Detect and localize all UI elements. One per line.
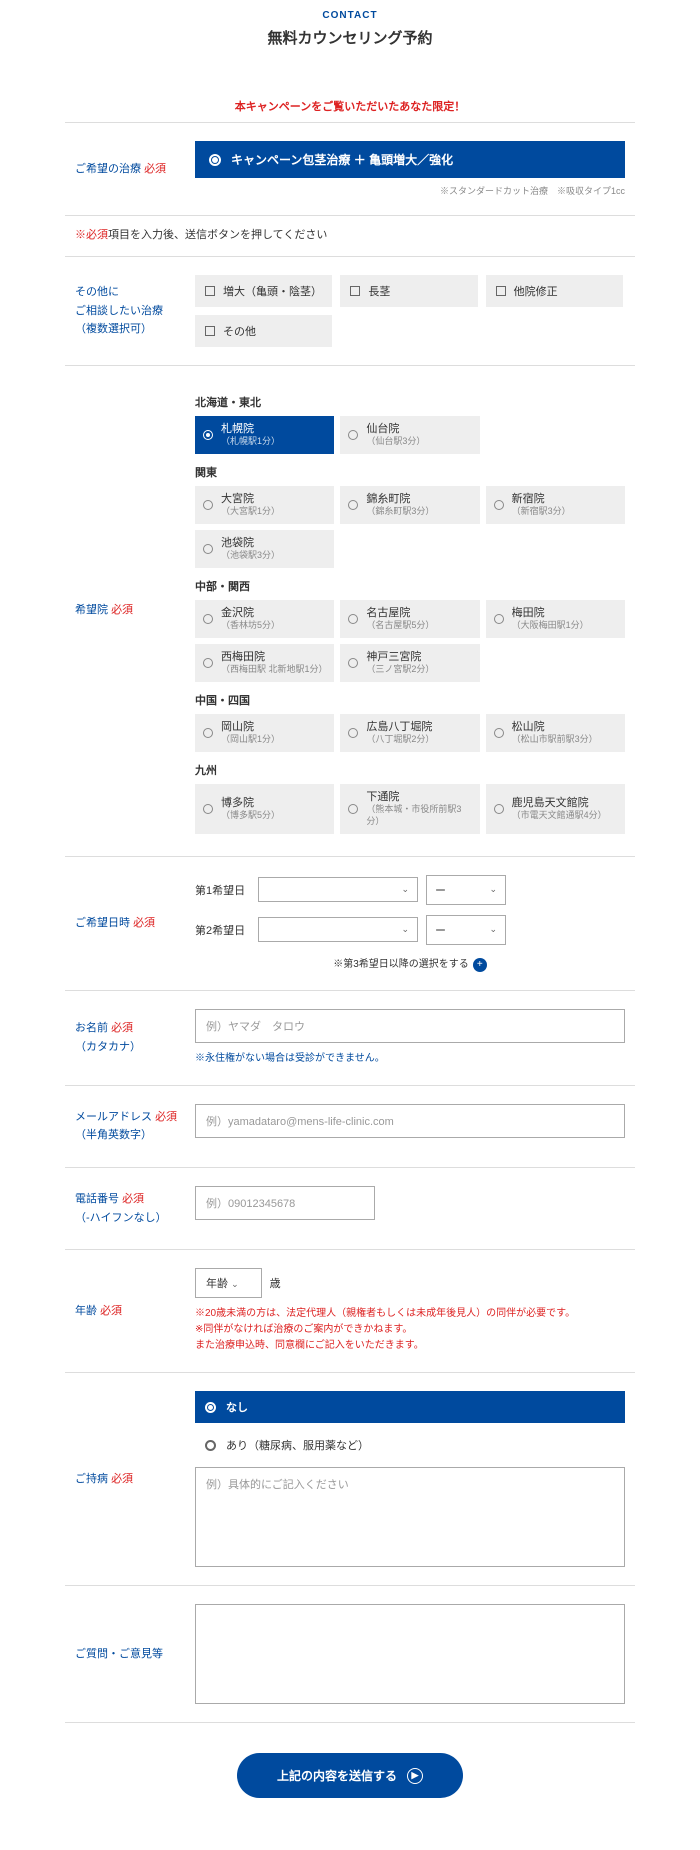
clinic-option[interactable]: 博多院（博多駅5分） [195, 784, 334, 834]
region-label: 中国・四国 [195, 692, 625, 708]
clinic-option[interactable]: 鹿児島天文館院（市電天文館通駅4分） [486, 784, 625, 834]
other-options: 増大（亀頭・陰茎）長茎他院修正その他 [195, 275, 625, 347]
treatment-footnote: ※スタンダードカット治療 ※吸収タイプ1cc [195, 184, 625, 197]
time2-select[interactable]: ー⌄ [426, 915, 506, 945]
clinic-label: 希望院 必須 [65, 366, 195, 857]
radio-icon [494, 500, 504, 510]
other-option[interactable]: 他院修正 [486, 275, 623, 307]
chevron-down-icon: ⌄ [401, 884, 409, 895]
radio-icon [348, 500, 358, 510]
region-label: 北海道・東北 [195, 394, 625, 410]
name-input[interactable]: 例）ヤマダ タロウ [195, 1009, 625, 1043]
radio-icon [203, 614, 213, 624]
chevron-down-icon: ⌄ [489, 924, 497, 935]
radio-icon [494, 804, 504, 814]
radio-icon [205, 1440, 216, 1451]
treatment-selected[interactable]: キャンペーン包茎治療 ＋ 亀頭増大／強化 [195, 141, 625, 178]
radio-icon [348, 728, 358, 738]
add-date-note[interactable]: ※第3希望日以降の選択をする+ [195, 955, 625, 972]
time1-select[interactable]: ー⌄ [426, 875, 506, 905]
clinic-option[interactable]: 西梅田院（西梅田駅 北新地駅1分） [195, 644, 334, 682]
plus-icon: + [473, 958, 487, 972]
condition-yes[interactable]: あり（糖尿病、服用薬など） [195, 1429, 625, 1461]
date2-select[interactable]: ⌄ [258, 917, 418, 942]
clinic-option[interactable]: 梅田院（大阪梅田駅1分） [486, 600, 625, 638]
radio-icon [348, 804, 358, 814]
submit-button[interactable]: 上記の内容を送信する ▶ [237, 1753, 463, 1798]
treatment-label: ご希望の治療 必須 [65, 123, 195, 216]
condition-label: ご持病 必須 [65, 1373, 195, 1586]
other-option[interactable]: 増大（亀頭・陰茎） [195, 275, 332, 307]
comments-textarea[interactable] [195, 1604, 625, 1704]
clinic-option[interactable]: 下通院（熊本城・市役所前駅3分） [340, 784, 479, 834]
form-main: その他に ご相談したい治療 （複数選択可） 増大（亀頭・陰茎）長茎他院修正その他… [65, 256, 635, 1723]
radio-icon [203, 728, 213, 738]
clinic-option[interactable]: 神戸三宮院（三ノ宮駅2分） [340, 644, 479, 682]
region-label: 関東 [195, 464, 625, 480]
other-label: その他に ご相談したい治療 （複数選択可） [65, 257, 195, 366]
radio-icon [494, 614, 504, 624]
region-label: 九州 [195, 762, 625, 778]
radio-icon [203, 544, 213, 554]
campaign-note: 本キャンペーンをご覧いただいたあなた限定！ [65, 98, 635, 114]
checkbox-icon [496, 286, 506, 296]
condition-textarea[interactable]: 例）具体的にご記入ください [195, 1467, 625, 1567]
name-help: ※永住権がない場合は受診ができません。 [195, 1051, 625, 1067]
arrow-right-icon: ▶ [407, 1768, 423, 1784]
radio-icon [203, 658, 213, 668]
radio-icon [209, 154, 221, 166]
condition-none[interactable]: なし [195, 1391, 625, 1423]
phone-input[interactable]: 例）09012345678 [195, 1186, 375, 1220]
radio-icon [205, 1402, 216, 1413]
clinic-option[interactable]: 金沢院（香林坊5分） [195, 600, 334, 638]
chevron-down-icon: ⌄ [231, 1279, 239, 1289]
radio-icon [203, 430, 213, 440]
region-label: 中部・関西 [195, 578, 625, 594]
radio-icon [348, 614, 358, 624]
datetime-label: ご希望日時 必須 [65, 856, 195, 990]
age-select[interactable]: 年齢 ⌄ [195, 1268, 262, 1298]
radio-icon [494, 728, 504, 738]
clinic-option[interactable]: 仙台院（仙台駅3分） [340, 416, 479, 454]
clinic-option[interactable]: 札幌院（札幌駅1分） [195, 416, 334, 454]
other-option[interactable]: その他 [195, 315, 332, 347]
chevron-down-icon: ⌄ [401, 924, 409, 935]
clinic-option[interactable]: 大宮院（大宮駅1分） [195, 486, 334, 524]
clinic-option[interactable]: 新宿院（新宿駅3分） [486, 486, 625, 524]
checkbox-icon [205, 326, 215, 336]
clinics-cell: 北海道・東北札幌院（札幌駅1分）仙台院（仙台駅3分） 関東大宮院（大宮駅1分）錦糸… [195, 366, 635, 857]
radio-icon [203, 500, 213, 510]
form-top: ご希望の治療 必須 キャンペーン包茎治療 ＋ 亀頭増大／強化 ※スタンダードカッ… [65, 122, 635, 216]
clinic-option[interactable]: 池袋院（池袋駅3分） [195, 530, 334, 568]
date1-label: 第1希望日 [195, 882, 250, 898]
radio-icon [348, 430, 358, 440]
clinic-option[interactable]: 名古屋院（名古屋駅5分） [340, 600, 479, 638]
radio-icon [203, 804, 213, 814]
email-input[interactable]: 例）yamadataro@mens-life-clinic.com [195, 1104, 625, 1138]
age-help: ※20歳未満の方は、法定代理人（親権者もしくは未成年後見人）の同伴が必要です。 … [195, 1306, 625, 1354]
page-title: 無料カウンセリング予約 [65, 27, 635, 48]
email-label: メールアドレス 必須（半角英数字） [65, 1085, 195, 1167]
contact-label: CONTACT [65, 10, 635, 21]
date2-label: 第2希望日 [195, 922, 250, 938]
clinic-option[interactable]: 松山院（松山市駅前駅3分） [486, 714, 625, 752]
phone-label: 電話番号 必須（-ハイフンなし） [65, 1167, 195, 1249]
age-label: 年齢 必須 [65, 1250, 195, 1373]
checkbox-icon [205, 286, 215, 296]
clinic-option[interactable]: 錦糸町院（錦糸町駅3分） [340, 486, 479, 524]
clinic-option[interactable]: 岡山院（岡山駅1分） [195, 714, 334, 752]
date1-select[interactable]: ⌄ [258, 877, 418, 902]
chevron-down-icon: ⌄ [489, 884, 497, 895]
required-note: ※必須項目を入力後、送信ボタンを押してください [75, 226, 635, 242]
clinic-option[interactable]: 広島八丁堀院（八丁堀駅2分） [340, 714, 479, 752]
radio-icon [348, 658, 358, 668]
checkbox-icon [350, 286, 360, 296]
other-option[interactable]: 長茎 [340, 275, 477, 307]
age-unit: 歳 [270, 1275, 281, 1291]
comments-label: ご質問・ご意見等 [65, 1586, 195, 1723]
name-label: お名前 必須（カタカナ） [65, 990, 195, 1085]
